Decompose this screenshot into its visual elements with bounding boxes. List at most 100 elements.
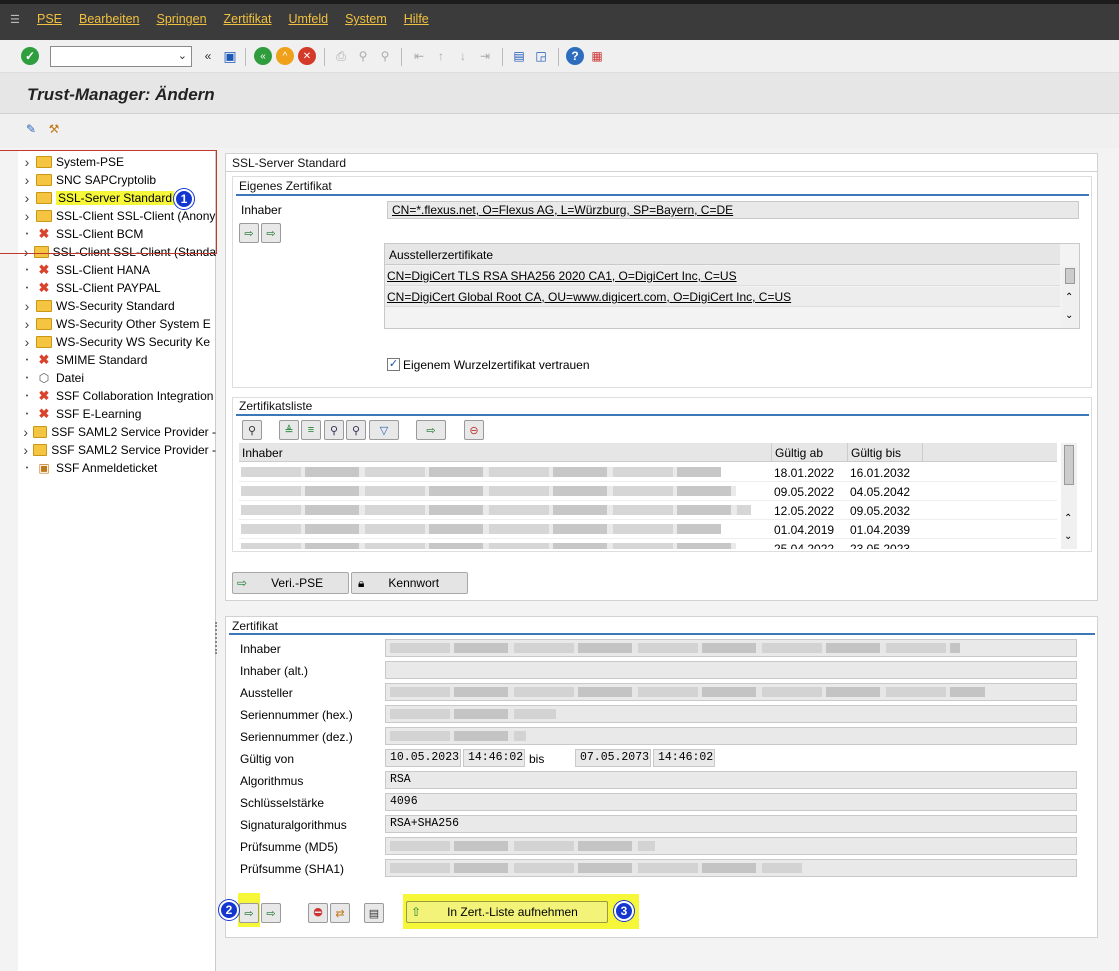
table-row[interactable]: 12.05.2022 09.05.2032 <box>239 501 1057 520</box>
issuer-cert-row[interactable]: CN=DigiCert TLS RSA SHA256 2020 CA1, O=D… <box>385 266 1060 286</box>
valid-from-time[interactable]: 14:46:02 <box>463 749 525 767</box>
collapse-icon[interactable]: « <box>199 47 217 65</box>
first-page-icon[interactable]: ⇤ <box>410 47 428 65</box>
command-field[interactable]: ⌄ <box>50 46 192 67</box>
import-cert-icon[interactable]: ⇨ <box>239 223 259 243</box>
chevron-right-icon[interactable]: › <box>18 334 36 350</box>
tools-icon[interactable]: ⚒ <box>45 120 63 138</box>
col-valid-to[interactable]: Gültig bis <box>847 443 923 462</box>
details-icon[interactable]: ⚲ <box>242 420 262 440</box>
bullet-icon: • <box>25 266 29 274</box>
owner-field[interactable]: CN=*.flexus.net, O=Flexus AG, L=Würzburg… <box>387 201 1079 219</box>
sort-asc-icon[interactable]: ≜ <box>279 420 299 440</box>
help-icon[interactable]: ? <box>566 47 584 65</box>
tree-item[interactable]: › WS-Security WS Security Ke <box>18 333 216 351</box>
find-next-icon[interactable]: ⚲ <box>346 420 366 440</box>
chevron-right-icon[interactable]: › <box>18 316 36 332</box>
menu-item-zertifikat[interactable]: Zertifikat <box>224 12 272 26</box>
exit-icon[interactable]: ^ <box>276 47 294 65</box>
table-row[interactable]: 25.04.2022 23.05.2023 <box>239 539 1057 549</box>
enter-check-icon[interactable]: ✓ <box>21 47 39 65</box>
tree-item[interactable]: • ✖ SSL-Client HANA <box>18 261 216 279</box>
trust-root-checkbox[interactable]: ✓ <box>387 358 400 371</box>
table-row[interactable]: 09.05.2022 04.05.2042 <box>239 482 1057 501</box>
next-page-icon[interactable]: ↓ <box>454 47 472 65</box>
tree-item[interactable]: • ✖ SSL-Client PAYPAL <box>18 279 216 297</box>
shortcut-icon[interactable]: ◲ <box>532 47 550 65</box>
sha1-field[interactable] <box>385 859 1077 877</box>
back-icon[interactable]: « <box>254 47 272 65</box>
system-menu-icon[interactable]: ☰ <box>10 13 24 26</box>
issuer-cert-row[interactable]: CN=DigiCert Global Root CA, OU=www.digic… <box>385 287 1060 307</box>
cell-valid-from: 12.05.2022 <box>774 504 835 518</box>
veri-pse-button[interactable]: ⇨ Veri.-PSE <box>232 572 349 594</box>
algorithm-field[interactable]: RSA <box>385 771 1077 789</box>
valid-to-time[interactable]: 14:46:02 <box>653 749 715 767</box>
col-owner[interactable]: Inhaber <box>242 446 283 460</box>
cert-chain-icon[interactable]: ⇄ <box>330 903 350 923</box>
display-change-icon[interactable]: ✎ <box>22 120 40 138</box>
tree-item[interactable]: › SSF SAML2 Service Provider - <box>18 441 216 459</box>
export-cert-icon[interactable]: ⇨ <box>261 903 281 923</box>
chevron-up-icon[interactable]: ⌃ <box>1065 292 1073 303</box>
add-to-certlist-button[interactable]: ⇧ In Zert.-Liste aufnehmen <box>406 901 608 923</box>
export-cert-icon[interactable]: ⇨ <box>261 223 281 243</box>
chevron-down-icon[interactable]: ⌄ <box>1064 531 1072 542</box>
sig-algorithm-field[interactable]: RSA+SHA256 <box>385 815 1077 833</box>
prev-page-icon[interactable]: ↑ <box>432 47 450 65</box>
menu-item-hilfe[interactable]: Hilfe <box>404 12 429 26</box>
chevron-up-icon[interactable]: ⌃ <box>1064 513 1072 524</box>
tree-item[interactable]: • ✖ SSF Collaboration Integration <box>18 387 216 405</box>
cert-owner-alt-field[interactable] <box>385 661 1077 679</box>
col-valid-from[interactable]: Gültig ab <box>771 443 847 462</box>
menu-item-pse[interactable]: PSE <box>37 12 62 26</box>
valid-to-date[interactable]: 07.05.2073 <box>575 749 651 767</box>
chevron-right-icon[interactable]: › <box>18 442 33 458</box>
cert-owner-field[interactable] <box>385 639 1077 657</box>
table-row[interactable]: 01.04.2019 01.04.2039 <box>239 520 1057 539</box>
find-icon[interactable]: ⚲ <box>354 47 372 65</box>
last-page-icon[interactable]: ⇥ <box>476 47 494 65</box>
menu-item-springen[interactable]: Springen <box>156 12 206 26</box>
chevron-right-icon[interactable]: › <box>18 298 36 314</box>
import-to-pse-icon[interactable]: ⇨ <box>239 903 259 923</box>
tree-item[interactable]: • ⬡ Datei <box>18 369 216 387</box>
password-button[interactable]: 🔒︎ Kennwort <box>351 572 468 594</box>
chevron-down-icon[interactable]: ⌄ <box>178 49 187 62</box>
filter-icon[interactable]: ▽ <box>369 420 399 440</box>
md5-field[interactable] <box>385 837 1077 855</box>
tree-item[interactable]: • ✖ SMIME Standard <box>18 351 216 369</box>
view-cert-icon[interactable]: ▤ <box>364 903 384 923</box>
chevron-down-icon[interactable]: ⌄ <box>1065 310 1073 321</box>
layout-icon[interactable]: ▦ <box>588 47 606 65</box>
export-icon[interactable]: ⇨ <box>416 420 446 440</box>
cancel-icon[interactable]: ✕ <box>298 47 316 65</box>
menu-item-umfeld[interactable]: Umfeld <box>288 12 328 26</box>
cert-issuer-field[interactable] <box>385 683 1077 701</box>
print-icon[interactable]: ⎙ <box>332 47 350 65</box>
valid-from-date[interactable]: 10.05.2023 <box>385 749 461 767</box>
sort-desc-icon[interactable]: ≡ <box>301 420 321 440</box>
issuer-scrollbar[interactable]: ⌃ ⌄ <box>1062 266 1078 328</box>
tree-item[interactable]: • ▣ SSF Anmeldeticket <box>18 459 216 477</box>
find-next-icon[interactable]: ⚲ <box>376 47 394 65</box>
menu-item-system[interactable]: System <box>345 12 387 26</box>
menu-item-bearbeiten[interactable]: Bearbeiten <box>79 12 139 26</box>
tree-item[interactable]: › WS-Security Standard <box>18 297 216 315</box>
tree-item[interactable]: › WS-Security Other System E <box>18 315 216 333</box>
certlist-scrollbar[interactable]: ⌃ ⌄ <box>1061 443 1077 549</box>
cell-valid-from: 09.05.2022 <box>774 485 835 499</box>
remove-cert-icon[interactable]: ⛔︎ <box>308 903 328 923</box>
table-row[interactable]: 18.01.2022 16.01.2032 <box>239 463 1057 482</box>
remove-entry-icon[interactable]: ⊖ <box>464 420 484 440</box>
tree-item[interactable]: › SSF SAML2 Service Provider - <box>18 423 216 441</box>
new-session-icon[interactable]: ▤ <box>510 47 528 65</box>
chevron-right-icon[interactable]: › <box>18 424 33 440</box>
splitter-handle[interactable] <box>215 622 219 654</box>
find-icon[interactable]: ⚲ <box>324 420 344 440</box>
tree-item[interactable]: • ✖ SSF E-Learning <box>18 405 216 423</box>
save-icon[interactable]: ▣ <box>221 47 239 65</box>
serial-dec-field[interactable] <box>385 727 1077 745</box>
serial-hex-field[interactable] <box>385 705 1077 723</box>
key-strength-field[interactable]: 4096 <box>385 793 1077 811</box>
